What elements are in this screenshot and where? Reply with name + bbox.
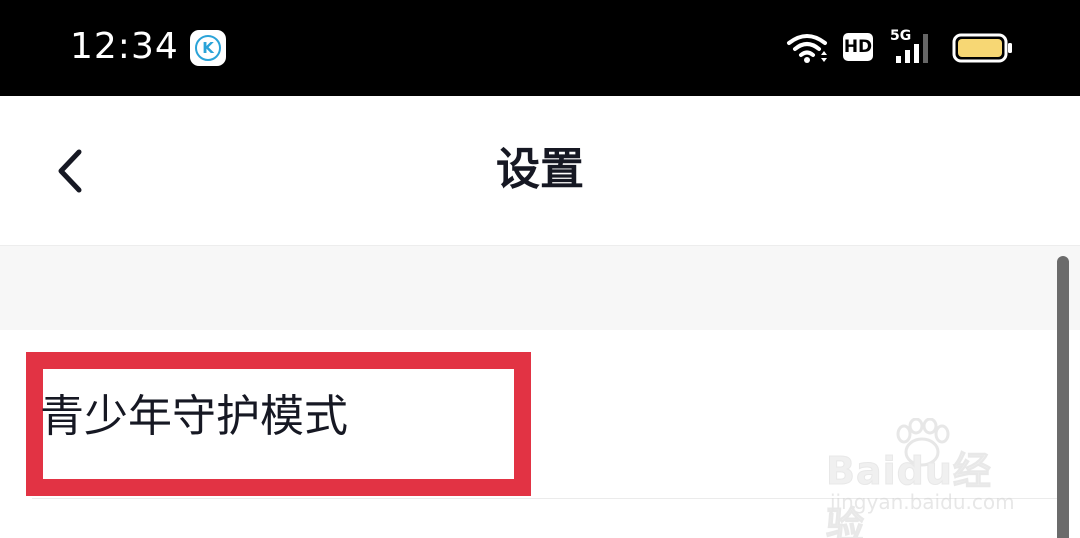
app-badge-letter: K [195,35,221,61]
page-title: 设置 [496,144,584,195]
scrollbar[interactable] [1057,256,1069,538]
section-spacer [0,246,1080,330]
nav-bar: 设置 [0,96,1080,246]
status-time: 12:34 [70,26,179,67]
setting-label: 青少年守护模式 [40,391,348,442]
screen: 12:34 K HD 5G 设置 青少年守护模式 Baidu经验 jingyan… [0,0,1080,538]
settings-list: 青少年守护模式 [0,330,1080,538]
app-notification-icon: K [190,30,226,66]
battery-icon [952,33,1012,63]
hd-icon: HD [843,33,873,61]
status-bar: 12:34 K HD 5G [0,0,1080,96]
row-divider [32,498,1058,499]
cellular-signal-icon: 5G [890,28,938,66]
wifi-icon [787,34,827,63]
setting-row-teen-mode[interactable]: 青少年守护模式 [0,330,1058,499]
